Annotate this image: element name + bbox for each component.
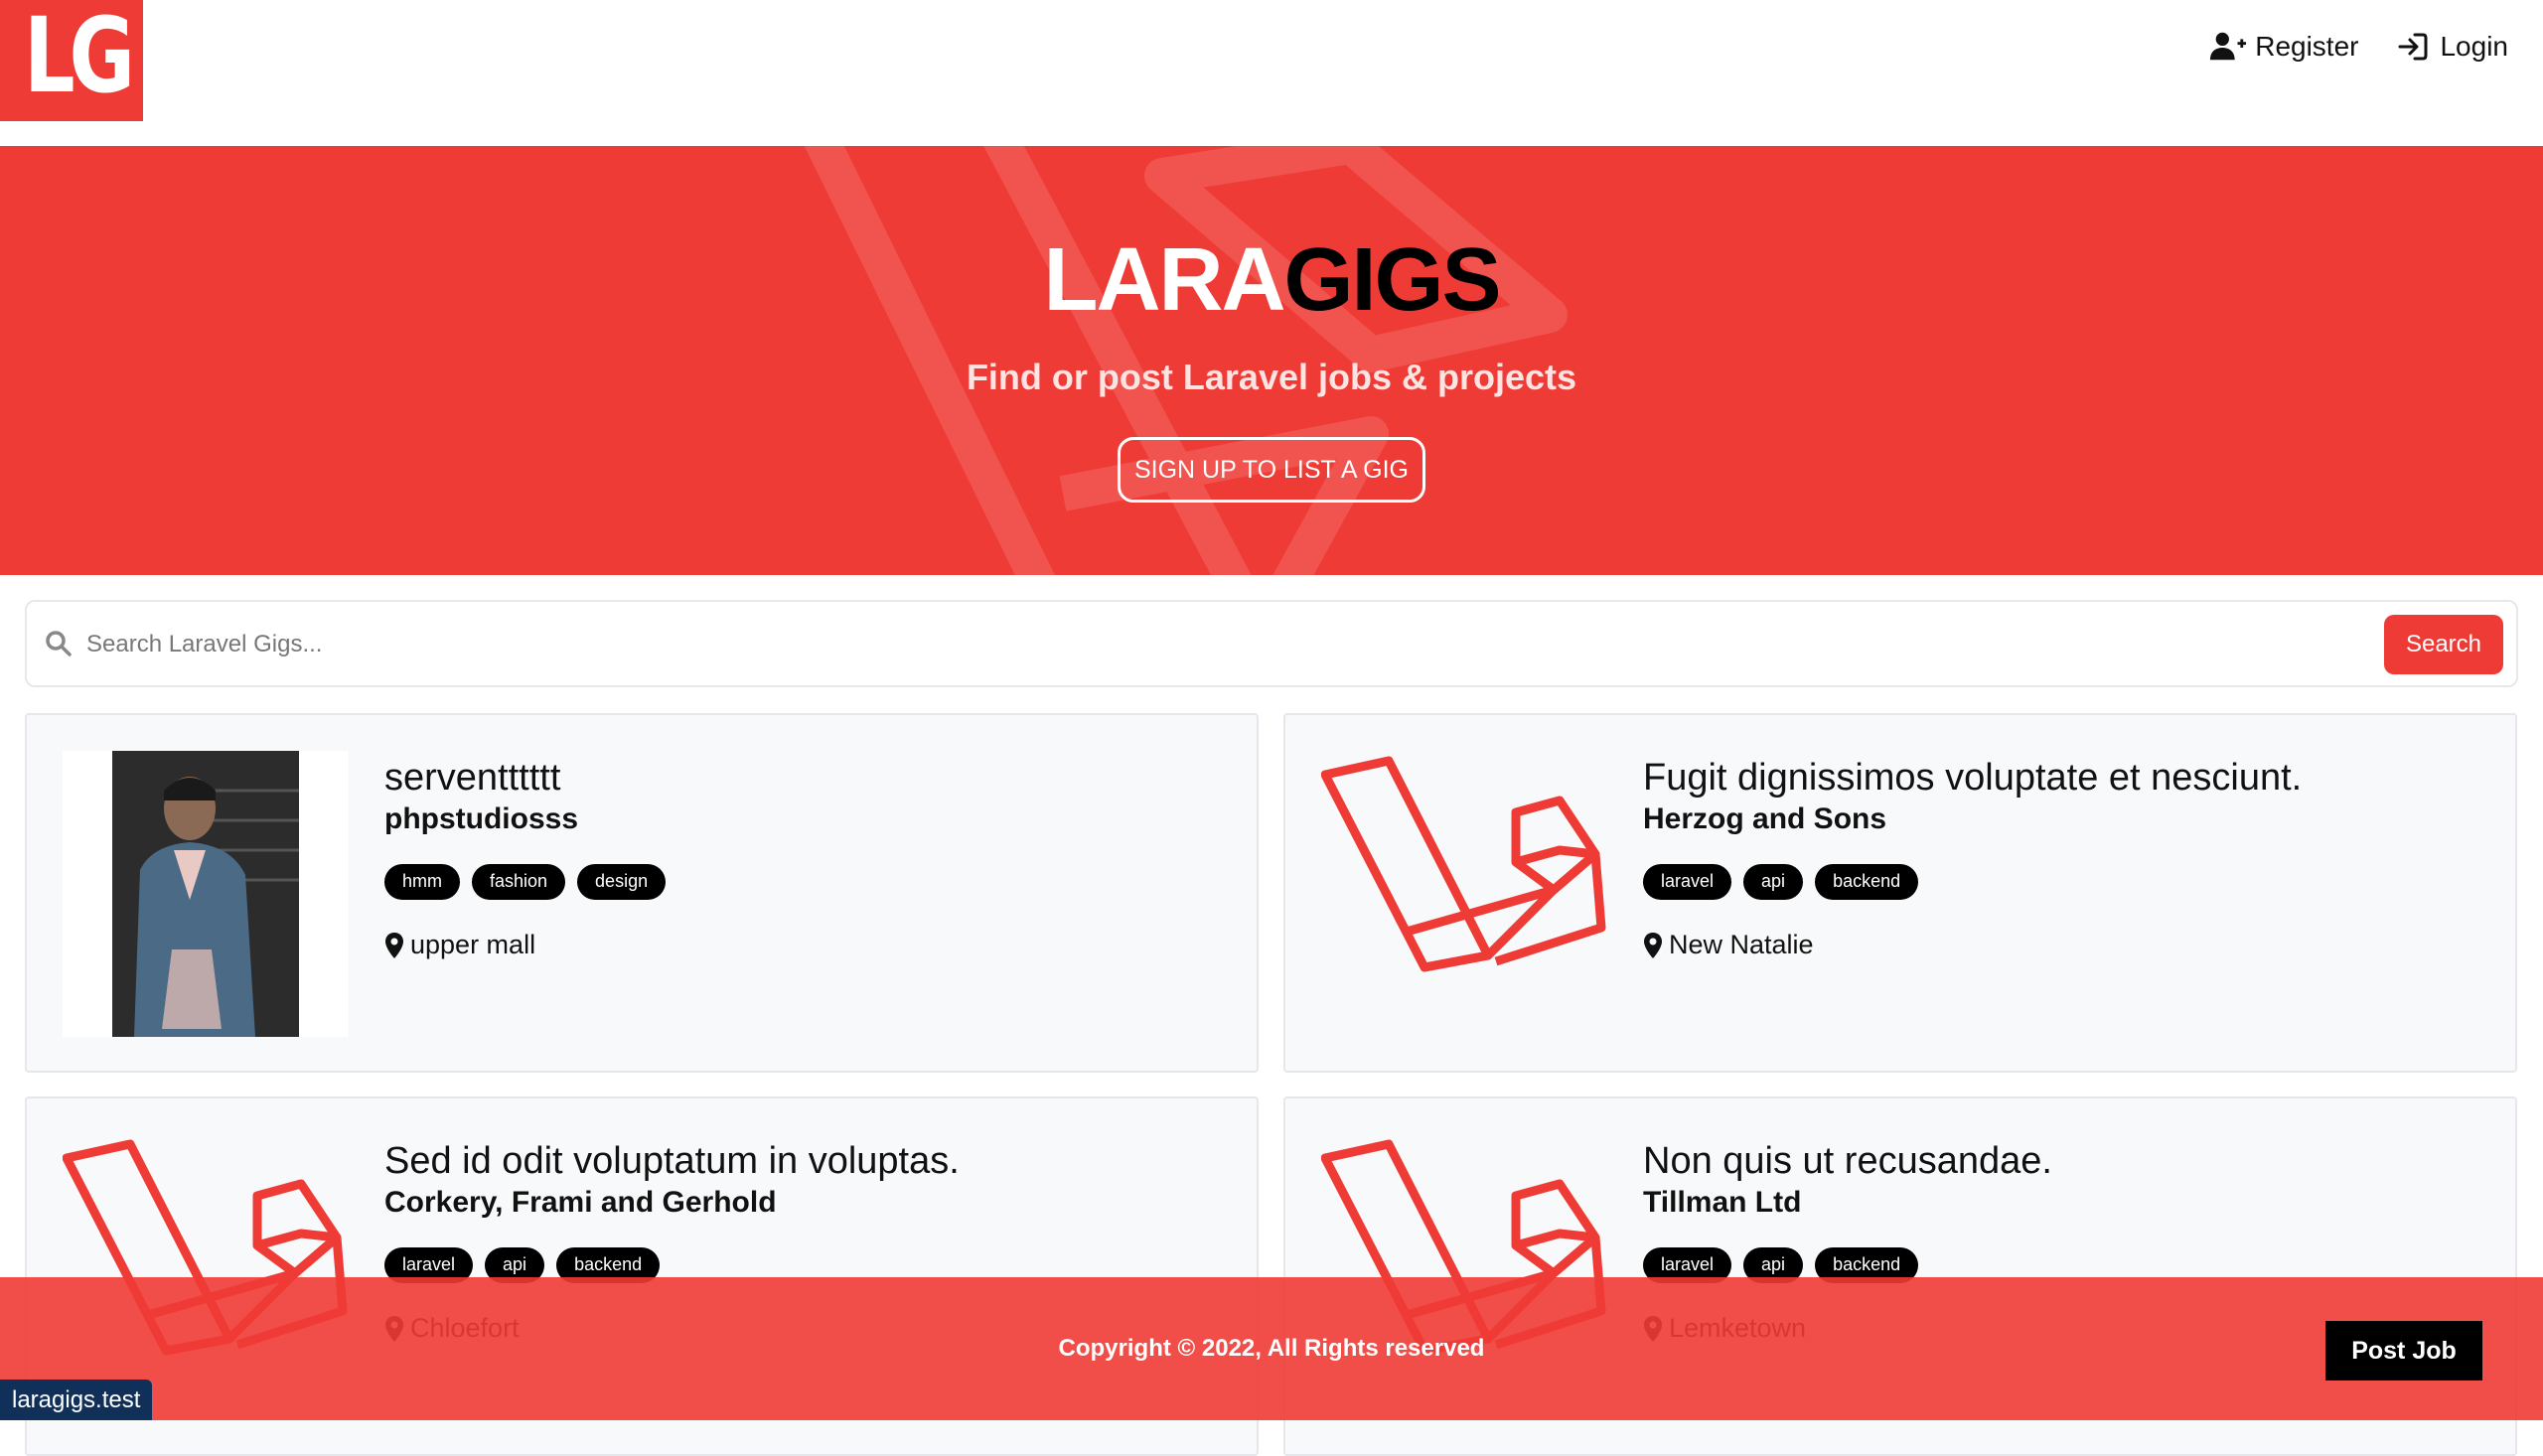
post-job-button[interactable]: Post Job [2325, 1321, 2482, 1381]
tag-badge[interactable]: fashion [472, 864, 566, 900]
hero-title-gigs: GIGS [1283, 230, 1501, 330]
listing-location: upper mall [384, 930, 535, 960]
status-bar-url: laragigs.test [0, 1380, 153, 1420]
login-label: Login [2440, 31, 2508, 62]
tag-badge[interactable]: hmm [384, 864, 460, 900]
listing-location: New Natalie [1643, 930, 1814, 960]
footer: Copyright © 2022, All Rights reserved Po… [0, 1277, 2543, 1420]
logo-text: LG [24, 0, 135, 116]
search-icon [46, 631, 72, 656]
map-marker-icon [1644, 932, 1662, 958]
top-nav: LG Register Login [0, 0, 2543, 146]
listing-title[interactable]: Fugit dignissimos voluptate et nesciunt. [1643, 757, 2302, 800]
copyright-text: Copyright © 2022, All Rights reserved [1058, 1335, 1485, 1362]
user-plus-icon [2210, 32, 2247, 61]
listing-title[interactable]: serventttttt [384, 757, 560, 800]
login-icon [2398, 33, 2428, 61]
search-input[interactable] [86, 616, 2272, 673]
search-button[interactable]: Search [2384, 615, 2503, 674]
listing-card[interactable]: Fugit dignissimos voluptate et nesciunt.… [1283, 713, 2517, 1073]
listing-company: Tillman Ltd [1643, 1186, 1802, 1219]
hero-banner: LARAGIGS Find or post Laravel jobs & pro… [0, 146, 2543, 575]
person-photo [112, 751, 299, 1037]
map-marker-icon [385, 932, 403, 958]
hero-subtitle: Find or post Laravel jobs & projects [966, 357, 1577, 397]
login-link[interactable]: Login [2394, 31, 2508, 63]
listing-tags: laravel api backend [1643, 864, 1919, 900]
listing-image[interactable] [63, 751, 349, 1037]
tag-badge[interactable]: design [577, 864, 667, 900]
listing-company: phpstudiosss [384, 802, 579, 835]
site-logo[interactable]: LG [0, 0, 143, 121]
tag-badge[interactable]: laravel [1643, 864, 1732, 900]
tag-badge[interactable]: backend [1815, 864, 1919, 900]
hero-title-lara: LARA [1043, 230, 1285, 330]
hero-title: LARAGIGS [0, 235, 2543, 325]
register-label: Register [2255, 31, 2359, 62]
listing-title[interactable]: Non quis ut recusandae. [1643, 1140, 2052, 1183]
listing-image[interactable] [1320, 751, 1607, 1037]
listing-company: Corkery, Frami and Gerhold [384, 1186, 777, 1219]
signup-cta-button[interactable]: SIGN UP TO LIST A GIG [1118, 437, 1425, 503]
laravel-logo-icon [1320, 756, 1606, 972]
search-bar: Search [25, 600, 2518, 687]
nav-links: Register Login [2209, 31, 2508, 63]
tag-badge[interactable]: api [1743, 864, 1804, 900]
listing-tags: hmm fashion design [384, 864, 667, 900]
listing-company: Herzog and Sons [1643, 802, 1887, 835]
listing-title[interactable]: Sed id odit voluptatum in voluptas. [384, 1140, 960, 1183]
listing-card[interactable]: serventttttt phpstudiosss hmm fashion desi… [25, 713, 1259, 1073]
listing-location-text: upper mall [410, 930, 536, 959]
register-link[interactable]: Register [2209, 31, 2358, 63]
listing-location-text: New Natalie [1669, 930, 1814, 959]
